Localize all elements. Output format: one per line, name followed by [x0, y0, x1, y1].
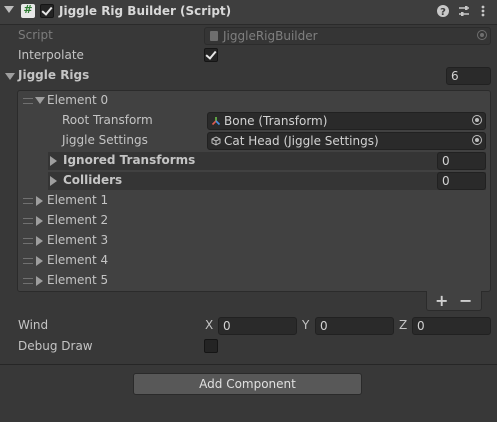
element-0-label[interactable]: Element 0: [47, 93, 108, 107]
jiggle-rigs-size-field[interactable]: 6: [446, 67, 491, 85]
drag-handle-icon[interactable]: [23, 258, 33, 264]
wind-x-label[interactable]: X: [205, 318, 213, 332]
root-transform-label: Root Transform: [62, 113, 153, 127]
add-element-button[interactable]: +: [435, 291, 448, 310]
wind-z-field[interactable]: 0: [412, 317, 491, 335]
jiggle-settings-value: Cat Head (Jiggle Settings): [224, 134, 379, 148]
jiggle-settings-label: Jiggle Settings: [62, 133, 148, 147]
wind-y-field[interactable]: 0: [315, 317, 394, 335]
jiggle-settings-field[interactable]: Cat Head (Jiggle Settings): [207, 132, 486, 150]
element-2-foldout-icon[interactable]: [36, 216, 43, 226]
debug-draw-checkbox[interactable]: [204, 339, 218, 353]
jiggle-rigs-foldout-icon[interactable]: [5, 73, 15, 80]
colliders-label[interactable]: Colliders: [63, 173, 122, 187]
remove-element-button[interactable]: −: [459, 291, 472, 310]
ignored-transforms-size-field[interactable]: 0: [437, 152, 486, 170]
interpolate-label: Interpolate: [18, 48, 84, 62]
question-circle-icon[interactable]: ?: [436, 4, 450, 18]
wind-label: Wind: [18, 318, 49, 332]
drag-handle-icon[interactable]: [23, 198, 33, 204]
element-4-foldout-icon[interactable]: [36, 256, 43, 266]
debug-draw-label: Debug Draw: [18, 339, 93, 353]
colliders-foldout-icon[interactable]: [50, 176, 57, 186]
root-transform-value: Bone (Transform): [224, 114, 328, 128]
sliders-icon[interactable]: [457, 4, 471, 18]
script-label: Script: [18, 28, 53, 42]
element-5-label[interactable]: Element 5: [47, 273, 108, 287]
foldout-arrow-icon[interactable]: [4, 6, 14, 13]
script-field-value: JiggleRigBuilder: [223, 29, 318, 43]
object-picker-icon: [477, 30, 487, 40]
drag-handle-icon[interactable]: [23, 238, 33, 244]
element-3-foldout-icon[interactable]: [36, 236, 43, 246]
transform-icon: [211, 117, 221, 126]
colliders-size-field[interactable]: 0: [437, 172, 486, 190]
wind-z-label[interactable]: Z: [399, 318, 407, 332]
element-2-label[interactable]: Element 2: [47, 213, 108, 227]
divider: [0, 364, 497, 365]
drag-handle-icon[interactable]: [23, 278, 33, 284]
interpolate-checkbox[interactable]: [204, 48, 218, 62]
ignored-transforms-label[interactable]: Ignored Transforms: [63, 153, 195, 167]
wind-x-field[interactable]: 0: [218, 317, 297, 335]
wind-y-label[interactable]: Y: [302, 318, 309, 332]
scriptable-object-icon: [211, 136, 221, 146]
object-picker-icon[interactable]: [472, 135, 482, 145]
ignored-transforms-foldout-icon[interactable]: [50, 156, 57, 166]
add-component-button[interactable]: Add Component: [133, 373, 362, 395]
element-3-label[interactable]: Element 3: [47, 233, 108, 247]
element-1-label[interactable]: Element 1: [47, 193, 108, 207]
element-1-foldout-icon[interactable]: [36, 196, 43, 206]
element-0-foldout-icon[interactable]: [35, 97, 45, 104]
element-4-label[interactable]: Element 4: [47, 253, 108, 267]
object-picker-icon[interactable]: [472, 115, 482, 125]
svg-text:?: ?: [440, 7, 446, 18]
drag-handle-icon[interactable]: [23, 218, 33, 224]
component-title: Jiggle Rig Builder (Script): [59, 4, 232, 18]
root-transform-field[interactable]: Bone (Transform): [207, 112, 486, 130]
element-5-foldout-icon[interactable]: [36, 276, 43, 286]
script-file-icon: [210, 31, 218, 41]
drag-handle-icon[interactable]: [23, 98, 33, 104]
jiggle-rigs-label[interactable]: Jiggle Rigs: [18, 68, 89, 82]
script-field: JiggleRigBuilder: [204, 27, 491, 45]
vertical-dots-icon[interactable]: [476, 4, 490, 18]
script-icon: #: [21, 3, 35, 18]
component-enabled-checkbox[interactable]: [40, 4, 54, 18]
